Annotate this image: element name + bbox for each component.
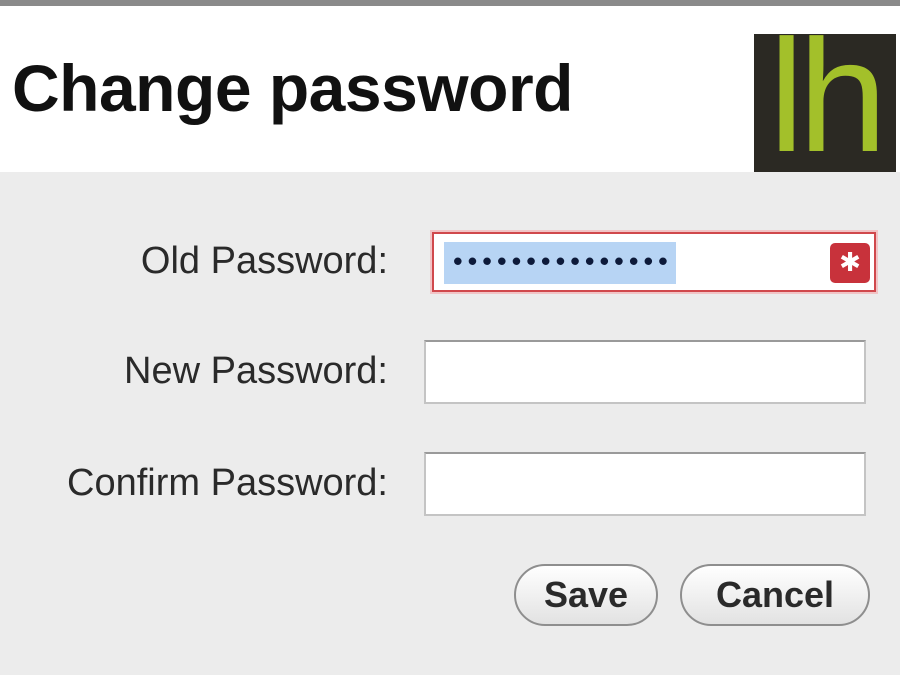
- old-password-label: Old Password:: [140, 240, 388, 282]
- old-password-field[interactable]: •••••••••••••••: [432, 232, 876, 292]
- new-password-field-wrap: [424, 340, 866, 404]
- logo-text: lh: [768, 34, 888, 172]
- confirm-password-label: Confirm Password:: [67, 462, 388, 504]
- new-password-input[interactable]: [426, 342, 864, 402]
- asterisk-icon: [830, 243, 870, 283]
- old-password-masked-value: •••••••••••••••: [444, 242, 676, 284]
- confirm-password-field-wrap: [424, 452, 866, 516]
- confirm-password-input[interactable]: [426, 454, 864, 514]
- page-title: Change password: [12, 51, 573, 125]
- brand-logo: lh: [754, 34, 896, 172]
- new-password-label: New Password:: [124, 350, 388, 392]
- change-password-form: Old Password: ••••••••••••••• New Passwo…: [0, 172, 900, 675]
- save-button[interactable]: Save: [514, 564, 658, 626]
- cancel-button[interactable]: Cancel: [680, 564, 870, 626]
- dialog-header: Change password lh: [0, 6, 900, 172]
